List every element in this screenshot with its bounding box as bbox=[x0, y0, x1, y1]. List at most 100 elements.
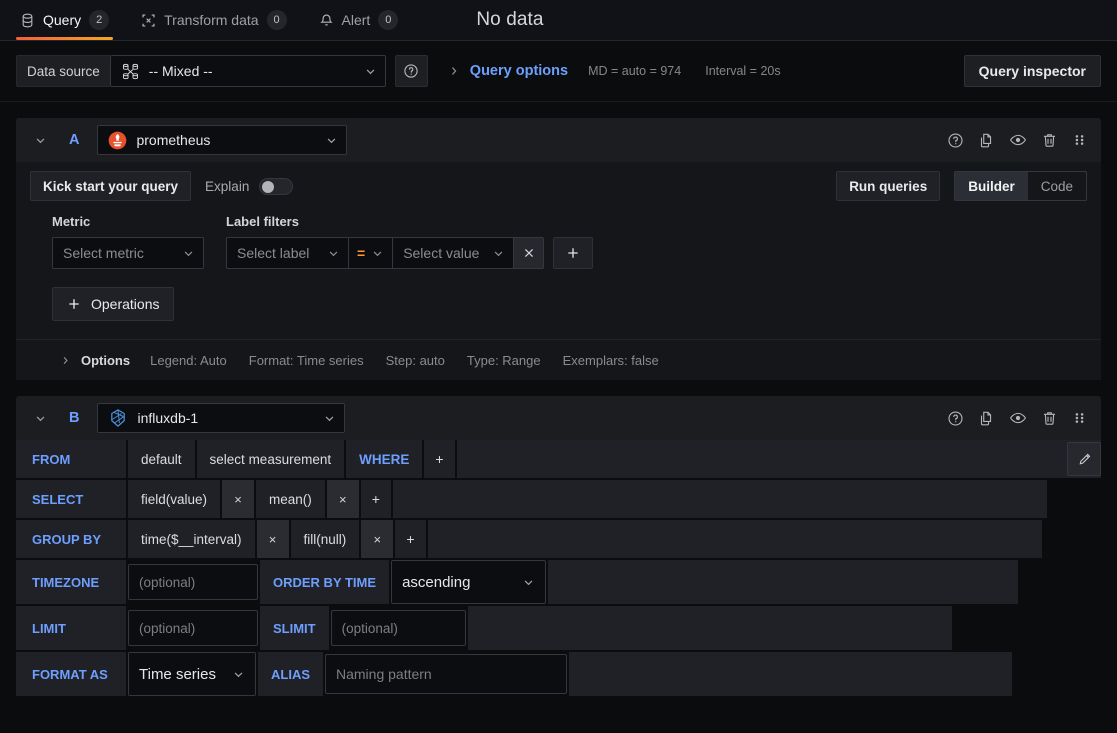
eye-icon[interactable] bbox=[1009, 131, 1027, 149]
query-options-interval: Interval = 20s bbox=[705, 64, 781, 78]
prometheus-toolbar-right: Run queries Builder Code bbox=[836, 171, 1087, 201]
prometheus-icon bbox=[108, 131, 127, 150]
eye-icon[interactable] bbox=[1009, 409, 1027, 427]
mixed-datasource-icon bbox=[121, 62, 140, 81]
influx-select-row: SELECT field(value) × mean() × + bbox=[16, 480, 1101, 518]
remove-select-part-1[interactable]: × bbox=[326, 480, 359, 518]
filter-operator-select[interactable]: = bbox=[348, 237, 393, 269]
tab-query[interactable]: Query 2 bbox=[16, 0, 123, 40]
groupby-row-filler bbox=[427, 520, 1042, 558]
select-label: SELECT bbox=[16, 480, 126, 518]
drag-handle-icon[interactable] bbox=[1072, 132, 1087, 148]
slimit-input[interactable] bbox=[330, 610, 466, 646]
timezone-input[interactable] bbox=[128, 564, 258, 600]
toggle-raw-query-button[interactable] bbox=[1067, 442, 1101, 476]
filter-operator-value: = bbox=[357, 245, 366, 261]
explain-toggle[interactable] bbox=[259, 177, 294, 195]
remove-groupby-part-1[interactable]: × bbox=[361, 520, 394, 558]
orderbytime-select[interactable]: ascending bbox=[391, 560, 547, 604]
filter-label-select[interactable]: Select label bbox=[226, 237, 348, 269]
select-metric-input[interactable]: Select metric bbox=[52, 237, 204, 269]
option-legend: Legend: Auto bbox=[150, 352, 227, 368]
select-part-mean[interactable]: mean() bbox=[256, 480, 325, 518]
explain-toggle-group: Explain bbox=[205, 177, 294, 195]
timezone-row-filler bbox=[548, 560, 1019, 604]
editor-mode-builder[interactable]: Builder bbox=[955, 172, 1028, 200]
options-toggle[interactable]: Options bbox=[81, 353, 130, 368]
groupby-part-time[interactable]: time($__interval) bbox=[128, 520, 255, 558]
add-groupby-part-button[interactable]: + bbox=[395, 520, 426, 558]
query-inspector-button[interactable]: Query inspector bbox=[963, 55, 1101, 87]
metric-label: Metric bbox=[52, 214, 91, 229]
chevron-right-icon[interactable] bbox=[448, 65, 460, 77]
help-circle-icon[interactable] bbox=[947, 410, 964, 427]
where-keyword: WHERE bbox=[346, 440, 423, 478]
select-part-field[interactable]: field(value) bbox=[128, 480, 221, 518]
query-b-refid[interactable]: B bbox=[69, 410, 79, 426]
prometheus-toolbar: Kick start your query Explain Run querie… bbox=[16, 162, 1101, 210]
panel-editor-tabbar: Query 2 Transform data 0 Alert 0 No data bbox=[0, 0, 1117, 41]
option-format: Format: Time series bbox=[248, 352, 364, 368]
groupby-part-fill[interactable]: fill(null) bbox=[290, 520, 360, 558]
limit-input[interactable] bbox=[128, 610, 258, 646]
copy-icon[interactable] bbox=[978, 410, 995, 427]
run-queries-button[interactable]: Run queries bbox=[836, 171, 941, 201]
datasource-picker[interactable]: -- Mixed -- bbox=[109, 55, 386, 87]
query-options-toggle[interactable]: Query options bbox=[470, 63, 568, 79]
datasource-help-button[interactable] bbox=[394, 55, 428, 87]
grafana-panel-editor: Query 2 Transform data 0 Alert 0 No data… bbox=[0, 0, 1117, 733]
datasource-row: Data source -- Mixed -- Query options MD… bbox=[0, 41, 1117, 102]
panel-status-text: No data bbox=[476, 9, 544, 30]
chevron-down-icon bbox=[309, 412, 336, 425]
filter-value-select[interactable]: Select value bbox=[392, 237, 514, 269]
formatas-select[interactable]: Time series bbox=[128, 652, 256, 696]
chevron-down-icon bbox=[182, 247, 195, 260]
remove-label-filter-button[interactable] bbox=[513, 237, 545, 269]
chevron-right-icon[interactable] bbox=[60, 355, 71, 366]
editor-mode-code[interactable]: Code bbox=[1028, 172, 1086, 200]
plus-icon bbox=[67, 297, 81, 311]
add-label-filter-button[interactable] bbox=[553, 237, 594, 269]
add-where-button[interactable]: + bbox=[424, 440, 455, 478]
remove-groupby-part-0[interactable]: × bbox=[256, 520, 289, 558]
from-measurement-segment[interactable]: select measurement bbox=[196, 440, 345, 478]
chevron-down-icon[interactable] bbox=[28, 130, 53, 151]
tab-alert[interactable]: Alert 0 bbox=[315, 0, 413, 40]
label-filters-group: Label filters Select label = Select valu… bbox=[226, 214, 594, 269]
orderbytime-value: ascending bbox=[402, 573, 471, 591]
select-metric-placeholder: Select metric bbox=[63, 245, 144, 261]
kick-start-query-button[interactable]: Kick start your query bbox=[30, 171, 192, 201]
query-options-group: Query options MD = auto = 974 Interval =… bbox=[448, 63, 781, 79]
formatas-value: Time series bbox=[139, 665, 216, 683]
tab-query-label: Query bbox=[43, 12, 82, 28]
trash-icon[interactable] bbox=[1041, 132, 1058, 149]
influxdb-query-editor: FROM default select measurement WHERE + … bbox=[16, 440, 1101, 696]
remove-select-part-0[interactable]: × bbox=[222, 480, 255, 518]
query-b-datasource-picker[interactable]: influxdb-1 bbox=[97, 403, 346, 433]
close-icon bbox=[523, 247, 535, 259]
add-select-part-button[interactable]: + bbox=[360, 480, 391, 518]
drag-handle-icon[interactable] bbox=[1072, 410, 1087, 426]
explain-label: Explain bbox=[205, 178, 250, 194]
option-exemplars: Exemplars: false bbox=[562, 352, 659, 368]
query-row-a: A prometheus Kick start your query Expla… bbox=[16, 118, 1101, 380]
copy-icon[interactable] bbox=[978, 132, 995, 149]
tab-transform-data[interactable]: Transform data 0 bbox=[137, 0, 300, 40]
query-row-b: B influxdb-1 FROM default select measure… bbox=[16, 396, 1101, 696]
add-operations-button[interactable]: Operations bbox=[52, 287, 175, 321]
query-a-refid[interactable]: A bbox=[69, 132, 79, 148]
alias-input[interactable] bbox=[325, 654, 567, 694]
trash-icon[interactable] bbox=[1041, 410, 1058, 427]
tab-query-count: 2 bbox=[89, 10, 110, 30]
operations-label: Operations bbox=[91, 296, 160, 312]
influxdb-icon bbox=[108, 408, 128, 428]
limit-row-filler bbox=[467, 606, 952, 650]
chevron-down-icon bbox=[218, 668, 245, 681]
formatas-row-filler bbox=[569, 652, 1012, 696]
query-a-datasource-picker[interactable]: prometheus bbox=[97, 125, 348, 155]
help-circle-icon[interactable] bbox=[947, 132, 964, 149]
select-row-filler bbox=[392, 480, 1047, 518]
query-options-maxdatapoints: MD = auto = 974 bbox=[588, 64, 682, 78]
chevron-down-icon[interactable] bbox=[28, 408, 53, 429]
from-policy-segment[interactable]: default bbox=[128, 440, 195, 478]
